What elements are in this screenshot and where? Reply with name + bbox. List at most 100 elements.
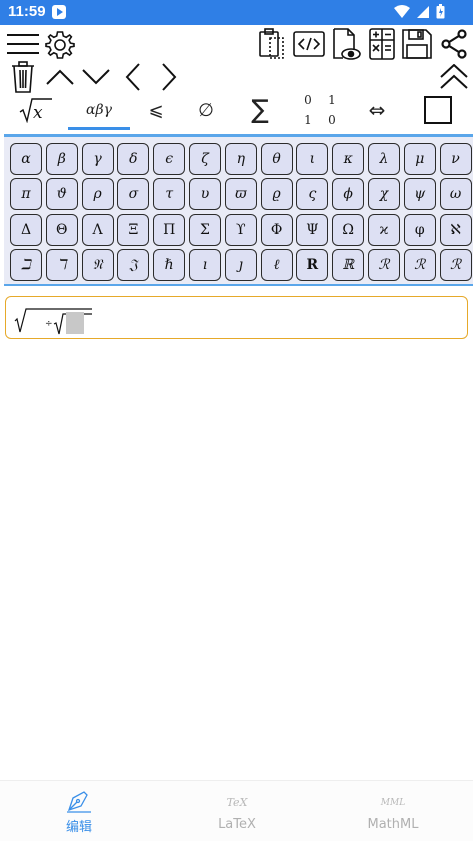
greek-symbol-panel: αβγδϵζηθικλμν πϑρστυϖϱςϕχψω ΔΘΛΞΠΣϒΦΨΩϰφℵ ℶ… — [4, 134, 473, 286]
code-icon[interactable] — [292, 30, 326, 58]
symbol-key[interactable]: ℓ — [260, 249, 293, 282]
preview-document-icon[interactable] — [330, 28, 362, 62]
symbol-key[interactable]: Ω — [332, 213, 365, 246]
chevron-up-icon[interactable] — [45, 64, 75, 90]
wifi-icon — [394, 4, 410, 18]
symbol-key[interactable]: θ — [260, 143, 293, 175]
symbol-key[interactable]: Θ — [45, 213, 78, 246]
app-notification-icon — [52, 5, 66, 19]
symbol-key[interactable]: δ — [117, 143, 150, 175]
symbol-key[interactable]: ı — [188, 249, 221, 282]
symbol-key[interactable]: ϑ — [45, 178, 78, 211]
tab-placeholder[interactable] — [418, 88, 458, 132]
nav-mathml[interactable]: MML MathML — [314, 781, 472, 841]
nav-latex-label: LaTeX — [218, 816, 256, 832]
symbol-key[interactable]: ℶ — [10, 249, 42, 282]
bottom-navigation: 编辑 TeX LaTeX MML MathML — [0, 780, 473, 841]
mml-icon: MML — [380, 797, 406, 808]
symbol-key[interactable]: ℏ — [153, 249, 186, 282]
symbol-key[interactable]: Ξ — [117, 213, 150, 246]
formula-editor[interactable]: ÷ — [5, 296, 468, 339]
symbol-key[interactable]: ℛ — [367, 249, 400, 282]
symbol-key[interactable]: Δ — [10, 213, 42, 246]
calculator-icon[interactable] — [368, 28, 396, 60]
matrix-cell: 0 — [304, 93, 312, 107]
clipboard-icon[interactable] — [256, 28, 286, 60]
symbol-key[interactable]: ζ — [188, 143, 221, 175]
symbol-key[interactable]: ϖ — [224, 178, 257, 211]
signal-icon — [417, 5, 429, 18]
symbol-key[interactable]: ℵ — [439, 213, 472, 246]
symbol-key[interactable]: ϒ — [224, 213, 257, 246]
symbol-key[interactable]: π — [10, 178, 42, 211]
chevron-down-icon[interactable] — [81, 64, 111, 90]
symbol-key[interactable]: Π — [153, 213, 186, 246]
symbol-key[interactable]: β — [45, 143, 78, 175]
save-icon[interactable] — [402, 29, 432, 59]
status-bar: 11:59 — [0, 0, 473, 25]
nav-edit-label: 编辑 — [65, 819, 92, 835]
symbol-key[interactable]: ι — [296, 143, 329, 175]
symbol-key[interactable]: ϰ — [367, 213, 400, 246]
placeholder-cursor[interactable] — [66, 312, 84, 334]
symbol-key[interactable]: σ — [117, 178, 150, 211]
tab-greek[interactable]: αβγ — [70, 88, 128, 132]
share-icon[interactable] — [440, 29, 468, 59]
symbol-key[interactable]: ρ — [81, 178, 114, 211]
placeholder-box-icon — [424, 96, 452, 124]
symbol-key[interactable]: 𝔑 — [81, 249, 114, 282]
symbol-key[interactable]: τ — [153, 178, 186, 211]
symbol-key[interactable]: ℸ — [45, 249, 78, 282]
status-time: 11:59 — [8, 3, 46, 20]
symbol-key[interactable]: Ψ — [296, 213, 329, 246]
symbol-key[interactable]: ϱ — [260, 178, 293, 211]
symbol-key[interactable]: ℛ — [439, 249, 472, 282]
symbol-key[interactable]: ȷ — [224, 249, 257, 282]
symbol-key[interactable]: υ — [188, 178, 221, 211]
symbol-key[interactable]: Σ — [188, 213, 221, 246]
nav-latex[interactable]: TeX LaTeX — [158, 781, 316, 841]
tab-relations[interactable]: ⩽ — [136, 88, 176, 132]
symbol-key[interactable]: ℝ — [332, 249, 365, 282]
symbol-key[interactable]: χ — [367, 178, 400, 211]
symbol-key[interactable]: η — [224, 143, 257, 175]
battery-icon — [436, 4, 445, 19]
active-tab-indicator — [68, 127, 130, 130]
pen-icon — [67, 790, 91, 813]
menu-icon[interactable] — [6, 30, 40, 58]
matrix-cell: 1 — [304, 113, 312, 127]
settings-gear-icon[interactable] — [44, 29, 76, 61]
tab-radicals[interactable]: x — [8, 88, 64, 132]
symbol-key[interactable]: μ — [403, 143, 436, 175]
symbol-key[interactable]: Φ — [260, 213, 293, 246]
sqrt-x-icon: x — [19, 98, 52, 123]
symbol-key[interactable]: ψ — [403, 178, 436, 211]
symbol-key[interactable]: 𝔍 — [117, 249, 150, 282]
symbol-key[interactable]: ω — [439, 178, 472, 211]
nav-mathml-label: MathML — [367, 816, 419, 832]
nav-edit[interactable]: 编辑 — [0, 781, 158, 841]
symbol-key[interactable]: γ — [81, 143, 114, 175]
symbol-key[interactable]: ν — [439, 143, 472, 175]
symbol-key[interactable]: λ — [367, 143, 400, 175]
symbol-key[interactable]: ϕ — [332, 178, 365, 211]
svg-text:÷: ÷ — [45, 319, 53, 329]
matrix-cell: 1 — [328, 93, 336, 107]
svg-text:x: x — [33, 103, 43, 123]
tab-sets[interactable]: ∅ — [186, 88, 226, 132]
symbol-key[interactable]: ℛ — [403, 249, 436, 282]
tab-matrices[interactable]: 0 1 1 0 — [296, 88, 344, 132]
symbol-key[interactable]: α — [10, 143, 42, 175]
symbol-key[interactable]: 𝐑 — [296, 249, 329, 282]
status-icons — [394, 4, 445, 19]
symbol-key[interactable]: φ — [403, 213, 436, 246]
matrix-cell: 0 — [328, 113, 336, 127]
symbol-key[interactable]: ς — [296, 178, 329, 211]
symbol-key[interactable]: ϵ — [153, 143, 186, 175]
symbol-key[interactable]: κ — [332, 143, 365, 175]
tex-icon: TeX — [226, 795, 248, 809]
tab-big-operators[interactable]: ∑ — [238, 88, 282, 132]
symbol-key[interactable]: Λ — [81, 213, 114, 246]
symbol-grid: αβγδϵζηθικλμν πϑρστυϖϱςϕχψω ΔΘΛΞΠΣϒΦΨΩϰφℵ ℶ… — [10, 143, 472, 282]
tab-arrows[interactable]: ⇔ — [356, 88, 398, 132]
